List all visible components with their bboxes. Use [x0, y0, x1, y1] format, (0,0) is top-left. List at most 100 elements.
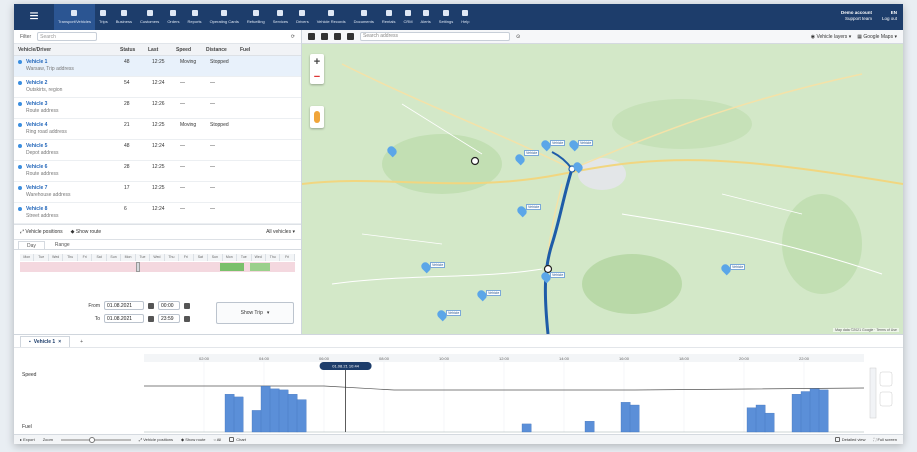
nav-item[interactable]: Trips [95, 4, 112, 30]
nav-item[interactable]: Settings [435, 4, 457, 30]
nav-item[interactable]: Transport/Vehicles [54, 4, 95, 30]
nav-item[interactable]: Vehicle Records [313, 4, 350, 30]
maptype-dropdown[interactable]: ▦ Google Maps ▾ [857, 34, 897, 40]
app-logo-icon[interactable]: ≡ [14, 4, 54, 30]
vehicle-row[interactable]: Vehicle 5 48 12:24 — — Depot address [14, 140, 301, 161]
day-cell[interactable]: Fri [280, 254, 295, 261]
chart-tab-vehicle[interactable]: ▪ Vehicle 1 × [20, 336, 71, 347]
tab-day[interactable]: Day [18, 241, 45, 249]
vehicle-row[interactable]: Vehicle 3 28 12:26 — — Route address [14, 98, 301, 119]
day-cell[interactable]: Sun [208, 254, 223, 261]
vehicle-row[interactable]: Vehicle 6 28 12:25 — — Route address [14, 161, 301, 182]
day-cell[interactable]: Wed [49, 254, 64, 261]
day-cell[interactable]: Sun [107, 254, 122, 261]
export-button[interactable]: ▸ Export [20, 437, 35, 442]
vehicle-row[interactable]: Vehicle 1 48 12:25 Moving Stopped Warsaw, Tri… [14, 56, 301, 77]
day-cell[interactable]: Tue [237, 254, 252, 261]
show-route-action[interactable]: ◆ Show route [71, 229, 102, 235]
nav-item[interactable]: Customers [136, 4, 163, 30]
vehicle-name[interactable]: Vehicle 1 [26, 59, 124, 65]
zoom-out-button[interactable]: − [314, 71, 320, 83]
layers-dropdown[interactable]: ◉ Vehicle layers ▾ [811, 34, 852, 40]
col-speed[interactable]: Speed [176, 47, 206, 53]
chart-zoom-out-button[interactable] [879, 391, 893, 407]
locate-icon[interactable]: ⊙ [516, 34, 520, 40]
nav-item[interactable]: Drivers [292, 4, 313, 30]
refresh-icon[interactable]: ⟳ [291, 34, 295, 40]
nav-item[interactable]: Business [112, 4, 136, 30]
nav-item[interactable]: Alerts [417, 4, 435, 30]
vehicle-row[interactable]: Vehicle 4 21 12:25 Moving Stopped Ring road a… [14, 119, 301, 140]
day-cell[interactable]: Mon [121, 254, 136, 261]
back-icon[interactable] [308, 33, 315, 40]
track-action[interactable]: ⤢ Vehicle positions [20, 229, 63, 235]
map-view[interactable]: + − Vehicle Vehicle Vehicle Vehicle Vehi… [302, 44, 903, 334]
day-cell[interactable]: Sat [92, 254, 107, 261]
add-tab-button[interactable]: + [74, 336, 89, 347]
chart-scrollbar[interactable] [869, 367, 877, 419]
all-radio[interactable]: ○ All [213, 437, 221, 442]
day-cursor[interactable] [136, 262, 140, 272]
day-cell[interactable]: Wed [150, 254, 165, 261]
flag-icon[interactable] [334, 33, 341, 40]
vehicle-icon[interactable] [347, 33, 354, 40]
nav-item[interactable]: Documents [350, 4, 378, 30]
nav-item[interactable]: Help [457, 4, 473, 30]
nav-item[interactable]: Operating Cards [206, 4, 243, 30]
nav-item[interactable]: Orders [163, 4, 183, 30]
vehicle-search-input[interactable]: Search [37, 32, 98, 41]
nav-item[interactable]: Rentals [378, 4, 400, 30]
vehicle-name[interactable]: Vehicle 6 [26, 164, 124, 170]
close-icon[interactable]: × [58, 339, 61, 345]
to-date-input[interactable]: 01.08.2021 [104, 314, 144, 323]
day-cell[interactable]: Tue [136, 254, 151, 261]
fullscreen-button[interactable]: ⛶ Full screen [874, 437, 897, 442]
col-distance[interactable]: Distance [206, 47, 240, 53]
vehicle-row[interactable]: Vehicle 7 17 12:25 — — Warehouse address [14, 182, 301, 203]
logout-link[interactable]: Log out [882, 16, 897, 21]
zoom-slider-handle[interactable] [88, 436, 95, 443]
col-vehicle[interactable]: Vehicle/Driver [18, 47, 120, 53]
user-box[interactable]: Demo account Support team [837, 4, 878, 30]
home-icon[interactable] [321, 33, 328, 40]
vehicle-name[interactable]: Vehicle 8 [26, 206, 124, 212]
from-time-input[interactable]: 00:00 [158, 301, 180, 310]
street-view-icon[interactable] [310, 106, 324, 128]
col-fuel[interactable]: Fuel [240, 47, 260, 53]
day-cell[interactable]: Thu [63, 254, 78, 261]
day-cell[interactable]: Thu [266, 254, 281, 261]
day-activity-bar[interactable] [20, 262, 295, 272]
vehicle-name[interactable]: Vehicle 7 [26, 185, 124, 191]
chart-zoom-in-button[interactable] [879, 371, 893, 387]
calendar-icon[interactable] [148, 302, 154, 309]
day-cell[interactable]: Mon [20, 254, 35, 261]
vehicle-row[interactable]: Vehicle 8 6 12:24 — — Street address [14, 203, 301, 224]
positions-toggle[interactable]: ⤢ Vehicle positions [139, 437, 173, 442]
day-cell[interactable]: Sat [194, 254, 209, 261]
col-status[interactable]: Status [120, 47, 148, 53]
vehicle-name[interactable]: Vehicle 3 [26, 101, 124, 107]
day-cell[interactable]: Wed [252, 254, 266, 261]
day-cell[interactable]: Mon [223, 254, 238, 261]
clock-icon[interactable] [184, 302, 190, 309]
nav-item[interactable]: CRM [399, 4, 416, 30]
clock-icon[interactable] [184, 315, 190, 322]
tab-range[interactable]: Range [47, 241, 78, 249]
vehicle-row[interactable]: Vehicle 2 54 12:24 — — Outskirts, region [14, 77, 301, 98]
all-vehicles-dropdown[interactable]: All vehicles ▾ [266, 229, 295, 235]
map-address-input[interactable]: Search address [360, 32, 510, 41]
vehicle-name[interactable]: Vehicle 2 [26, 80, 124, 86]
col-last[interactable]: Last [148, 47, 176, 53]
detailed-view-toggle[interactable]: Detailed view [834, 437, 866, 443]
chart-checkbox[interactable]: Chart [229, 437, 246, 443]
show-route-toggle[interactable]: ◆ Show route [181, 437, 205, 442]
nav-item[interactable]: Refuelling [243, 4, 269, 30]
nav-item[interactable]: Reports [184, 4, 206, 30]
vehicle-name[interactable]: Vehicle 4 [26, 122, 124, 128]
to-time-input[interactable]: 23:59 [158, 314, 180, 323]
speed-chart[interactable]: 02:00 04:00 06:00 08:00 10:00 12:00 14:00 16:00… [14, 348, 903, 434]
map-credit[interactable]: Map data ©2021 Google · Terms of Use [833, 328, 899, 332]
vehicle-name[interactable]: Vehicle 5 [26, 143, 124, 149]
calendar-icon[interactable] [148, 315, 154, 322]
show-trip-button[interactable]: Show Trip ▾ [216, 302, 294, 324]
